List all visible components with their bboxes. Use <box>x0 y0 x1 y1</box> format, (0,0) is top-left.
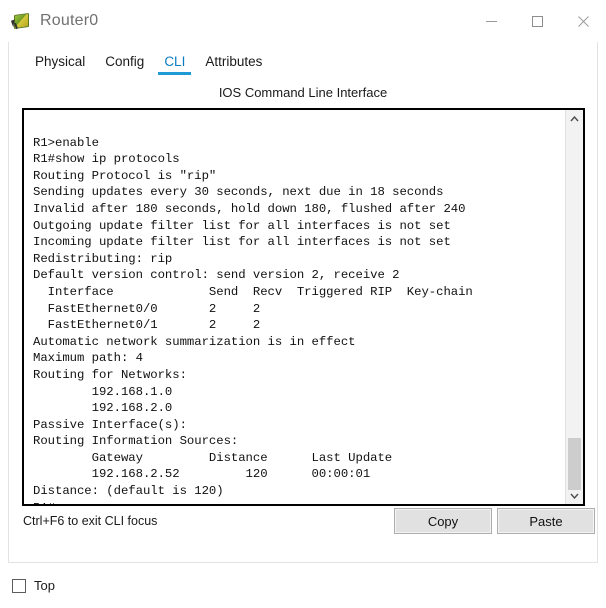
window-title-bar: Router0 <box>0 0 606 42</box>
cli-terminal[interactable]: R1>enable R1#show ip protocols Routing P… <box>22 108 585 506</box>
maximize-icon[interactable] <box>514 0 560 42</box>
footer-bar: Top <box>0 563 606 608</box>
paste-button[interactable]: Paste <box>497 508 595 534</box>
terminal-scrollbar[interactable] <box>565 110 583 504</box>
cli-output-text[interactable]: R1>enable R1#show ip protocols Routing P… <box>24 110 565 504</box>
tab-attributes[interactable]: Attributes <box>195 54 272 76</box>
top-checkbox[interactable] <box>12 578 26 593</box>
copy-button[interactable]: Copy <box>394 508 492 534</box>
router-device-icon <box>10 12 30 30</box>
close-icon[interactable] <box>560 0 606 42</box>
window-title: Router0 <box>40 12 99 29</box>
minimize-icon[interactable] <box>468 0 514 42</box>
tab-bar: Physical Config CLI Attributes <box>9 42 597 76</box>
window-controls <box>468 0 606 42</box>
cli-focus-hint: Ctrl+F6 to exit CLI focus <box>23 514 158 528</box>
tab-cli[interactable]: CLI <box>154 54 195 76</box>
chevron-up-icon[interactable] <box>566 110 583 127</box>
chevron-down-icon[interactable] <box>566 487 583 504</box>
section-title: IOS Command Line Interface <box>218 85 388 100</box>
tab-config[interactable]: Config <box>95 54 154 76</box>
scrollbar-thumb[interactable] <box>568 438 581 490</box>
device-window-panel: Physical Config CLI Attributes IOS Comma… <box>8 42 598 563</box>
tab-physical[interactable]: Physical <box>25 54 95 76</box>
top-checkbox-label: Top <box>34 578 55 593</box>
